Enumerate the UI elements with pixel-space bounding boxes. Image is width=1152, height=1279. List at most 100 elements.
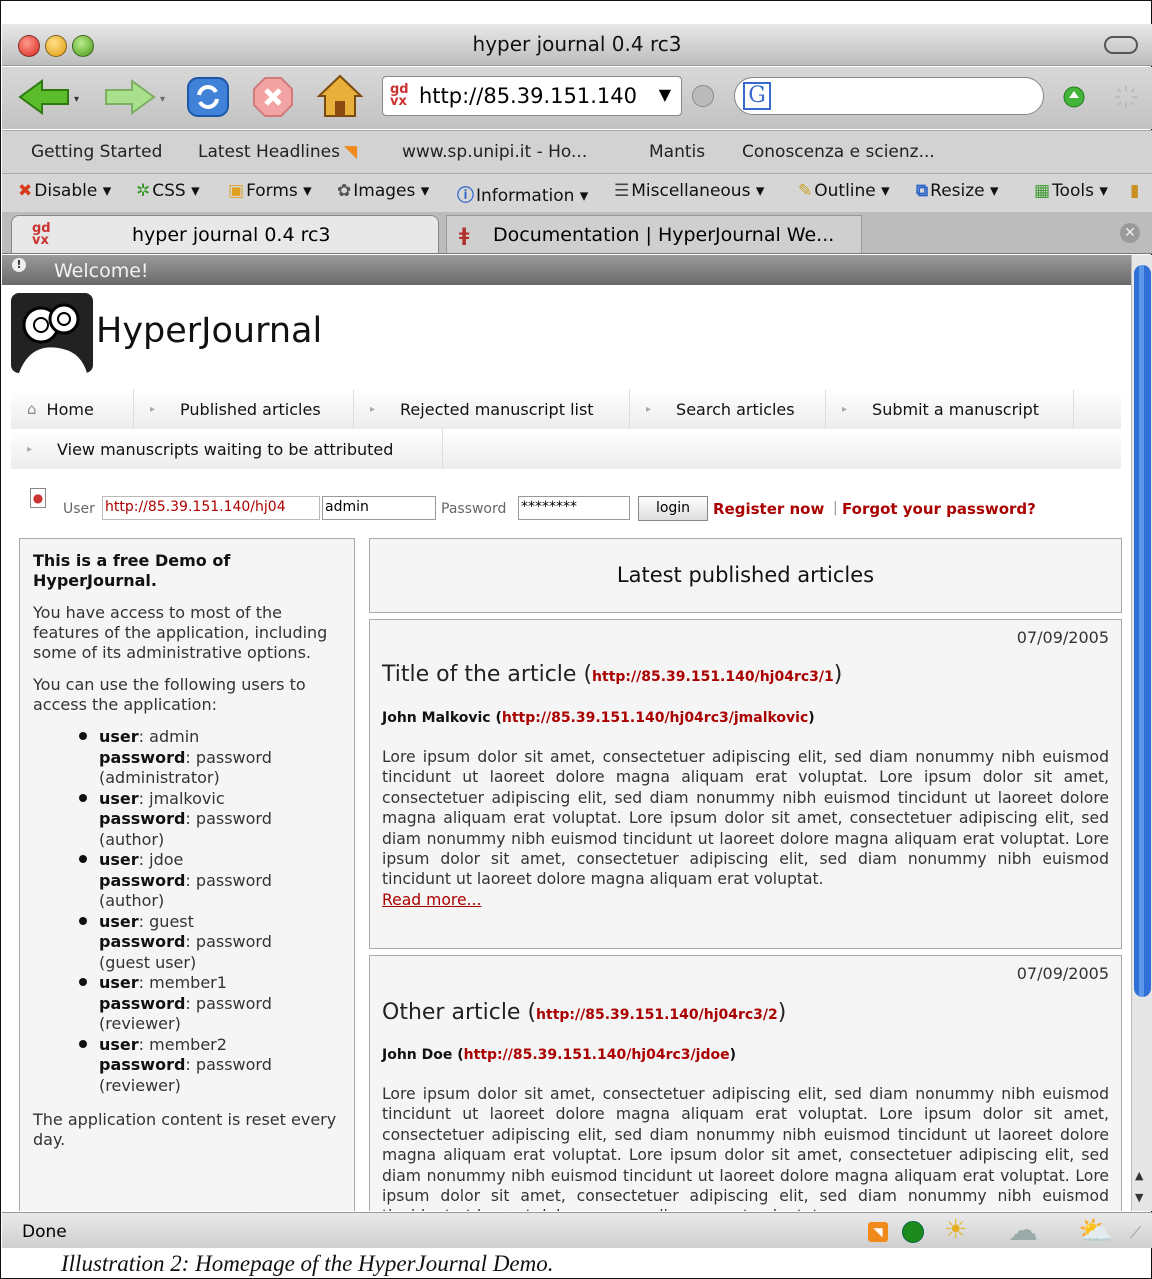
article-url-link[interactable]: http://85.39.151.140/hj04rc3/1 (592, 669, 834, 685)
tab-documentation[interactable]: ǂ Documentation | HyperJournal We... (446, 215, 862, 253)
outline-icon: ✎ (798, 181, 813, 201)
css-icon: ✲ (136, 181, 151, 201)
dev-outline-menu[interactable]: ✎ Outline ▾ (798, 181, 890, 201)
bullet-icon: ▸ (150, 403, 156, 415)
nav-view-manuscripts-waiting[interactable]: ▸ View manuscripts waiting to be attribut… (11, 429, 443, 469)
article-date: 07/09/2005 (1016, 628, 1109, 647)
nav-search-articles[interactable]: ▸ Search articles (630, 389, 826, 429)
rss-feed-icon[interactable]: ◥ (868, 1222, 888, 1242)
web-developer-toolbar: ✖ Disable ▾ ✲ CSS ▾ ▣ Forms ▾ ✿ Images ▾ ⓘ In… (2, 174, 1152, 212)
username-field[interactable]: admin (322, 496, 436, 520)
dev-disable-menu[interactable]: ✖ Disable ▾ (18, 181, 111, 201)
search-field[interactable]: G (734, 77, 1044, 115)
site-favicon-icon: gd vx (390, 82, 409, 109)
url-history-dropdown-icon[interactable]: ▼ (659, 85, 671, 104)
password-value: password (195, 747, 272, 767)
nav-submit-manuscript[interactable]: ▸ Submit a manuscript (826, 389, 1074, 429)
user-role: (author) (99, 891, 165, 910)
article-url-link[interactable]: http://85.39.151.140/hj04rc3/2 (536, 1007, 778, 1023)
google-search-icon[interactable]: G (743, 82, 771, 110)
login-form: ● User http://85.39.151.140/hj04 admin P… (11, 480, 1121, 521)
green-status-icon[interactable] (1062, 85, 1086, 109)
tab-bar: gd vx hyper journal 0.4 rc3 ǂ Documentati… (2, 212, 1152, 254)
bullet-icon: ▸ (370, 403, 376, 415)
user-key: user (99, 727, 139, 746)
home-icon: ⌂ (27, 400, 37, 418)
user-role: (administrator) (99, 768, 220, 787)
dev-tools-menu[interactable]: ▦ Tools ▾ (1034, 181, 1108, 201)
forgot-password-link[interactable]: Forgot your password? (842, 500, 1036, 518)
scroll-down-arrow-icon[interactable]: ▼ (1135, 1191, 1143, 1204)
latest-articles-heading: Latest published articles (369, 538, 1122, 613)
scrollbar-thumb[interactable] (1134, 265, 1151, 997)
sunny-weather-icon[interactable]: ☀ (944, 1215, 967, 1245)
bookmark-conoscenza[interactable]: Conoscenza e scienz... (742, 142, 935, 162)
hyperjournal-logo[interactable] (11, 293, 93, 373)
author-url-link[interactable]: http://85.39.151.140/hj04rc3/jdoe (464, 1047, 730, 1063)
tab-hyper-journal[interactable]: gd vx hyper journal 0.4 rc3 (11, 215, 439, 253)
dev-miscellaneous-menu[interactable]: ☰ Miscellaneous ▾ (614, 181, 764, 201)
user-value: admin (149, 727, 200, 746)
toolbar-toggle-button[interactable] (1104, 36, 1138, 54)
resize-grip-icon[interactable]: ⟋ (1130, 1223, 1141, 1243)
bookmark-latest-headlines[interactable]: Latest Headlines ◥ (198, 142, 357, 162)
login-button[interactable]: login (638, 496, 708, 521)
url-bar[interactable]: gd vx http://85.39.151.140 ▼ (382, 76, 682, 116)
rss-icon: ◥ (343, 142, 358, 162)
demo-user-item: user: member1 password: password (reviewer… (33, 973, 341, 1035)
password-field[interactable]: ******** (518, 496, 630, 520)
bullet-icon: ▸ (842, 403, 848, 415)
vertical-scrollbar[interactable]: ▲ ▼ (1131, 255, 1152, 1211)
nav-rejected-manuscript-list[interactable]: ▸ Rejected manuscript list (354, 389, 630, 429)
go-button[interactable] (692, 85, 714, 107)
scroll-up-arrow-icon[interactable]: ▲ (1135, 1169, 1143, 1182)
dev-information-menu[interactable]: ⓘ Information ▾ (457, 181, 588, 206)
back-button[interactable]: ▾ (16, 77, 86, 117)
svg-text:▾: ▾ (160, 94, 165, 105)
home-button[interactable] (316, 73, 364, 119)
author-url-link[interactable]: http://85.39.151.140/hj04rc3/jmalkovic (502, 710, 808, 726)
bookmark-mantis[interactable]: Mantis (649, 142, 705, 162)
user-key: user (99, 788, 139, 808)
nav-published-articles[interactable]: ▸ Published articles (134, 389, 354, 429)
clipboard-icon[interactable]: ▮ (1130, 181, 1139, 201)
forms-icon: ▣ (228, 181, 245, 201)
partly-cloudy-weather-icon[interactable]: ⛅ (1078, 1214, 1113, 1247)
reload-button[interactable] (184, 75, 232, 119)
password-value: password (195, 1055, 272, 1074)
user-role: (reviewer) (99, 1075, 181, 1095)
demo-user-item: user: jmalkovic password: password (author… (33, 789, 341, 851)
read-more-link[interactable]: Read more... (382, 891, 481, 909)
forward-button[interactable]: ▾ (102, 77, 172, 117)
password-label: Password (441, 501, 507, 517)
information-icon: ⓘ (457, 186, 474, 206)
openid-url-field[interactable]: http://85.39.151.140/hj04 (102, 496, 320, 520)
user-value: member1 (149, 973, 227, 992)
nav-home[interactable]: ⌂ Home (11, 389, 134, 429)
dev-css-menu[interactable]: ✲ CSS ▾ (136, 181, 200, 201)
close-tab-icon[interactable]: ✕ (1120, 223, 1140, 243)
password-key: password (99, 747, 186, 767)
dev-forms-menu[interactable]: ▣ Forms ▾ (228, 181, 312, 201)
bookmark-getting-started[interactable]: Getting Started (31, 142, 162, 162)
password-key: password (99, 1055, 186, 1074)
register-link[interactable]: Register now (713, 500, 824, 518)
article-body: Lore ipsum dolor sit amet, consectetuer … (382, 1085, 1109, 1211)
green-status-icon[interactable] (902, 1221, 924, 1243)
demo-user-item: user: admin password: password (administra… (33, 727, 341, 789)
rainy-weather-icon[interactable]: ☁ (1008, 1213, 1038, 1248)
status-bar: Done ◥ ☀ ☁ ⛅ ⟋ (2, 1212, 1152, 1248)
demo-intro: You have access to most of the features … (33, 603, 328, 662)
stop-button[interactable] (250, 75, 296, 119)
bookmark-sp-unipi[interactable]: www.sp.unipi.it - Ho... (402, 142, 587, 162)
article-title: Title of the article (http://85.39.151.1… (382, 662, 843, 687)
article-date: 07/09/2005 (1016, 964, 1109, 983)
password-value: password (195, 993, 272, 1013)
dev-resize-menu[interactable]: ⧉ Resize ▾ (916, 181, 999, 201)
bullet-icon: ▸ (646, 403, 652, 415)
article-title: Other article (http://85.39.151.140/hj04… (382, 1000, 787, 1025)
main-nav-row2: ▸ View manuscripts waiting to be attribut… (11, 429, 1121, 469)
user-key: user (99, 1034, 139, 1054)
user-role: (guest user) (99, 952, 197, 972)
dev-images-menu[interactable]: ✿ Images ▾ (337, 181, 429, 201)
